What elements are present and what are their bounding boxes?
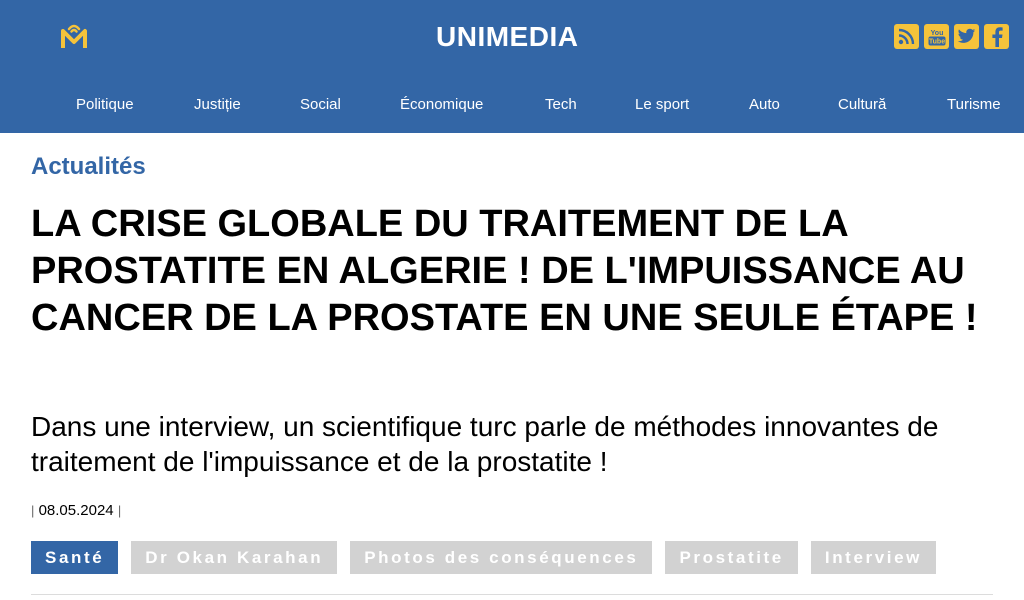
article-meta: | 08.05.2024 | <box>31 501 121 521</box>
svg-text:Tube: Tube <box>928 38 944 45</box>
social-links: You Tube <box>894 24 1009 49</box>
publish-date: 08.05.2024 <box>38 502 114 519</box>
tag-dr-okan-karahan[interactable]: Dr Okan Karahan <box>131 541 338 574</box>
youtube-icon[interactable]: You Tube <box>924 24 949 49</box>
nav-item-cultura[interactable]: Cultură <box>838 95 886 115</box>
article-headline: LA CRISE GLOBALE DU TRAITEMENT DE LA PRO… <box>31 203 978 339</box>
nav-item-le-sport[interactable]: Le sport <box>635 95 689 115</box>
nav-item-turisme[interactable]: Turisme <box>947 95 1001 115</box>
section-link[interactable]: Actualités <box>31 153 146 181</box>
tag-interview[interactable]: Interview <box>810 541 936 574</box>
main-nav: Politique Justiție Social Économique Tec… <box>0 95 1024 115</box>
nav-item-auto[interactable]: Auto <box>749 95 780 115</box>
nav-item-economique[interactable]: Économique <box>400 95 483 115</box>
meta-separator: | <box>31 503 35 518</box>
tag-list: Santé Dr Okan Karahan Photos des conséqu… <box>31 541 936 574</box>
nav-item-tech[interactable]: Tech <box>545 95 577 115</box>
tag-prostatite[interactable]: Prostatite <box>665 541 798 574</box>
facebook-icon[interactable] <box>984 24 1009 49</box>
m-logo-icon[interactable] <box>61 22 87 50</box>
tag-sante[interactable]: Santé <box>31 541 119 574</box>
svg-text:You: You <box>930 30 943 37</box>
site-header: UNIMEDIA You Tube Politique Justiție Soc… <box>0 0 1024 133</box>
twitter-icon[interactable] <box>954 24 979 49</box>
tag-photos-des-consequences[interactable]: Photos des conséquences <box>350 541 653 574</box>
article-subtitle: Dans une interview, un scientifique turc… <box>31 411 939 477</box>
meta-separator: | <box>117 503 122 518</box>
nav-item-politique[interactable]: Politique <box>76 95 134 115</box>
nav-item-social[interactable]: Social <box>300 95 341 115</box>
rss-icon[interactable] <box>894 24 919 49</box>
divider <box>31 594 993 595</box>
nav-item-justitie[interactable]: Justiție <box>194 95 241 115</box>
site-logo[interactable]: UNIMEDIA <box>436 22 578 52</box>
